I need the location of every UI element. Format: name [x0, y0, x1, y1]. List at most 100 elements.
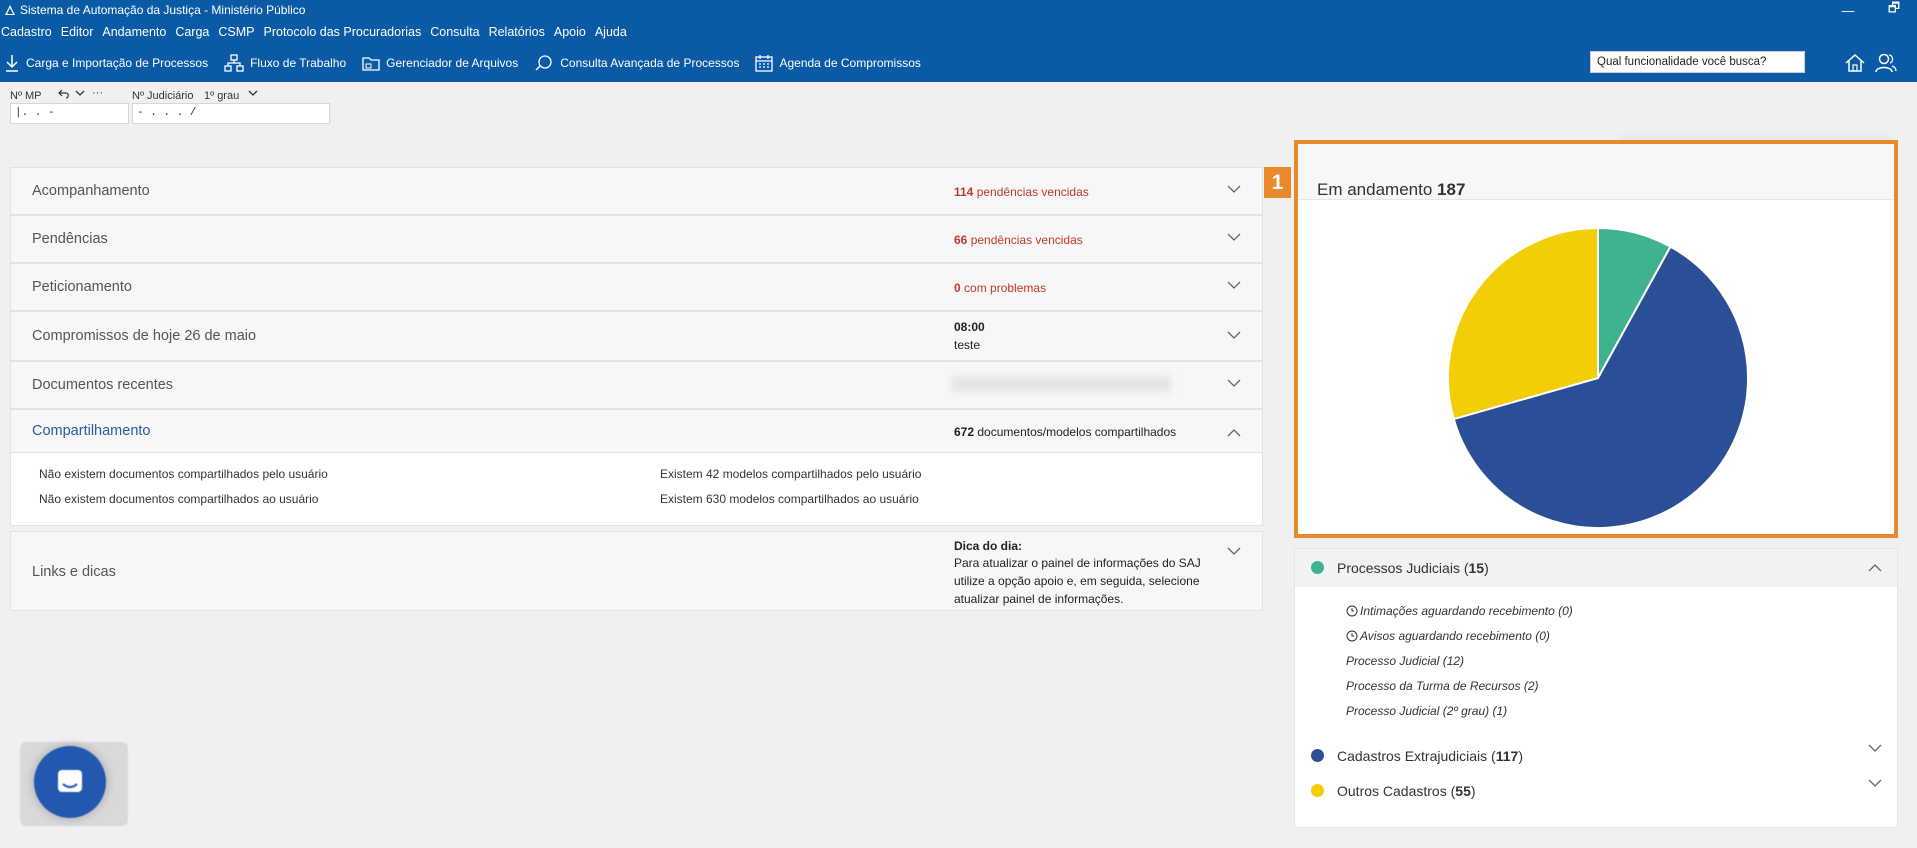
restore-button[interactable]: 🗗 — [1871, 0, 1917, 20]
menu-consulta[interactable]: Consulta — [430, 25, 484, 39]
legend-outros-cadastros[interactable]: Outros Cadastros (55) — [1295, 772, 1897, 810]
chevron-up-icon[interactable] — [1226, 428, 1242, 438]
tool-gerenciador-arquivos[interactable]: Gerenciador de Arquivos — [358, 55, 518, 71]
section-title: Documentos recentes — [32, 377, 174, 393]
calendar-icon — [755, 55, 774, 72]
step-badge: 1 — [1264, 167, 1291, 198]
mp-number-label: Nº MP — [10, 90, 42, 102]
tip-line: utilize a opção apoio e, em seguida, sel… — [954, 574, 1200, 588]
tool-agenda-compromissos[interactable]: Agenda de Compromissos — [751, 54, 921, 72]
undo-icon[interactable] — [58, 88, 70, 100]
home-icon[interactable] — [1844, 52, 1866, 74]
menu-relatorios[interactable]: Relatórios — [489, 25, 550, 39]
legend-dot — [1311, 784, 1324, 797]
chevron-down-icon[interactable] — [75, 89, 85, 97]
menu-andamento[interactable]: Andamento — [102, 25, 171, 39]
chevron-down-icon[interactable] — [1867, 743, 1883, 753]
process-fields: Nº MP ··· Nº Judiciário 1º grau |. . - -… — [0, 82, 1917, 128]
workflow-icon — [224, 54, 244, 72]
shared-docs-to-user: Não existem documentos compartilhados ao… — [39, 492, 319, 506]
mp-number-input[interactable]: |. . - — [10, 103, 129, 124]
menu-protocolo[interactable]: Protocolo das Procuradorias — [264, 25, 427, 39]
section-status: 114 pendências vencidas — [954, 185, 1089, 199]
chevron-down-icon[interactable] — [1226, 546, 1242, 556]
minimize-button[interactable]: — — [1825, 0, 1871, 20]
more-options[interactable]: ··· — [92, 87, 103, 99]
clock-icon — [1346, 630, 1358, 642]
menu-editor[interactable]: Editor — [61, 25, 99, 39]
chevron-down-icon[interactable] — [1226, 330, 1242, 340]
section-status: 672 documentos/modelos compartilhados — [954, 425, 1177, 439]
toolbar: Carga e Importação de Processos Fluxo de… — [0, 44, 1917, 82]
section-pendencias[interactable]: Pendências 66 pendências vencidas — [10, 215, 1263, 263]
in-progress-header: Em andamento 187 — [1298, 144, 1894, 200]
judicial-item[interactable]: Avisos aguardando recebimento (0) — [1346, 629, 1550, 643]
legend-label: Cadastros Extrajudiciais (117) — [1337, 748, 1523, 764]
judicial-item[interactable]: Processo Judicial (12) — [1346, 654, 1464, 668]
section-title: Pendências — [32, 231, 108, 247]
menu-csmp[interactable]: CSMP — [218, 25, 259, 39]
grade-select[interactable]: 1º grau — [204, 90, 239, 102]
chevron-down-icon[interactable] — [1226, 378, 1242, 388]
section-title: Acompanhamento — [32, 183, 150, 199]
tool-fluxo-trabalho[interactable]: Fluxo de Trabalho — [220, 54, 346, 72]
search-chat-icon — [535, 55, 552, 71]
legend-dot — [1311, 561, 1324, 574]
legend-label: Outros Cadastros (55) — [1337, 783, 1476, 799]
tip-line: Para atualizar o painel de informações d… — [954, 556, 1201, 570]
shared-models-by-user: Existem 42 modelos compartilhados pelo u… — [660, 467, 922, 481]
legend-cadastros-extrajudiciais[interactable]: Cadastros Extrajudiciais (117) — [1295, 737, 1897, 775]
chevron-down-icon[interactable] — [1226, 184, 1242, 194]
title-bar: Sistema de Automação da Justiça - Minist… — [0, 0, 1917, 20]
legend-dot — [1311, 749, 1324, 762]
section-compromissos[interactable]: Compromissos de hoje 26 de maio 08:00 te… — [10, 311, 1263, 361]
menu-bar: Cadastro Editor Andamento Carga CSMP Pro… — [0, 20, 1917, 44]
sharing-details: Não existem documentos compartilhados pe… — [10, 453, 1263, 526]
shared-models-to-user: Existem 630 modelos compartilhados ao us… — [660, 492, 919, 506]
menu-carga[interactable]: Carga — [175, 25, 214, 39]
chat-button[interactable] — [34, 746, 106, 818]
menu-cadastro[interactable]: Cadastro — [0, 25, 57, 39]
section-status: 66 pendências vencidas — [954, 233, 1083, 247]
legend-processos-judiciais[interactable]: Processos Judiciais (15) — [1295, 549, 1897, 587]
folder-icon — [362, 57, 380, 71]
shared-docs-by-user: Não existem documentos compartilhados pe… — [39, 467, 328, 481]
pie-legend: Processos Judiciais (15) Intimações agua… — [1294, 548, 1898, 828]
section-title: Peticionamento — [32, 279, 132, 295]
redacted-content — [951, 376, 1171, 392]
judicial-item[interactable]: Processo da Turma de Recursos (2) — [1346, 679, 1539, 693]
grade-chevron-down-icon[interactable] — [248, 89, 258, 97]
appointment-note: teste — [954, 338, 981, 352]
tip-line: atualizar painel de informações. — [954, 592, 1124, 606]
menu-ajuda[interactable]: Ajuda — [595, 25, 632, 39]
judicial-number-label: Nº Judiciário — [132, 90, 194, 102]
judicial-number-input[interactable]: - . . . / — [132, 103, 330, 124]
tip-title: Dica do dia: — [954, 539, 1023, 553]
chat-widget[interactable] — [20, 742, 128, 826]
chevron-down-icon[interactable] — [1867, 778, 1883, 788]
section-compartilhamento[interactable]: Compartilhamento 672 documentos/modelos … — [10, 409, 1263, 453]
menu-apoio[interactable]: Apoio — [554, 25, 591, 39]
users-icon[interactable] — [1874, 52, 1898, 74]
window-title: Sistema de Automação da Justiça - Minist… — [20, 3, 306, 17]
in-progress-title: Em andamento 187 — [1317, 180, 1466, 199]
appointment-time: 08:00 — [954, 320, 985, 334]
judicial-item[interactable]: Intimações aguardando recebimento (0) — [1346, 604, 1573, 618]
section-title: Links e dicas — [32, 564, 116, 580]
judicial-item[interactable]: Processo Judicial (2º grau) (1) — [1346, 704, 1507, 718]
chat-icon — [58, 770, 82, 792]
feature-search-input[interactable] — [1590, 51, 1805, 73]
section-peticionamento[interactable]: Peticionamento 0 com problemas — [10, 263, 1263, 311]
legend-label: Processos Judiciais (15) — [1337, 560, 1489, 576]
section-acompanhamento[interactable]: Acompanhamento 114 pendências vencidas — [10, 167, 1263, 215]
section-documentos-recentes[interactable]: Documentos recentes — [10, 361, 1263, 409]
chevron-up-icon[interactable] — [1867, 563, 1883, 573]
section-links-dicas[interactable]: Links e dicas Dica do dia: Para atualiza… — [10, 531, 1263, 611]
tool-carga-importacao[interactable]: Carga e Importação de Processos — [0, 54, 208, 72]
section-status: 0 com problemas — [954, 281, 1047, 295]
section-title: Compartilhamento — [32, 423, 151, 439]
tool-consulta-avancada[interactable]: Consulta Avançada de Processos — [530, 54, 739, 72]
chevron-down-icon[interactable] — [1226, 280, 1242, 290]
chevron-down-icon[interactable] — [1226, 232, 1242, 242]
clock-icon — [1346, 605, 1358, 617]
